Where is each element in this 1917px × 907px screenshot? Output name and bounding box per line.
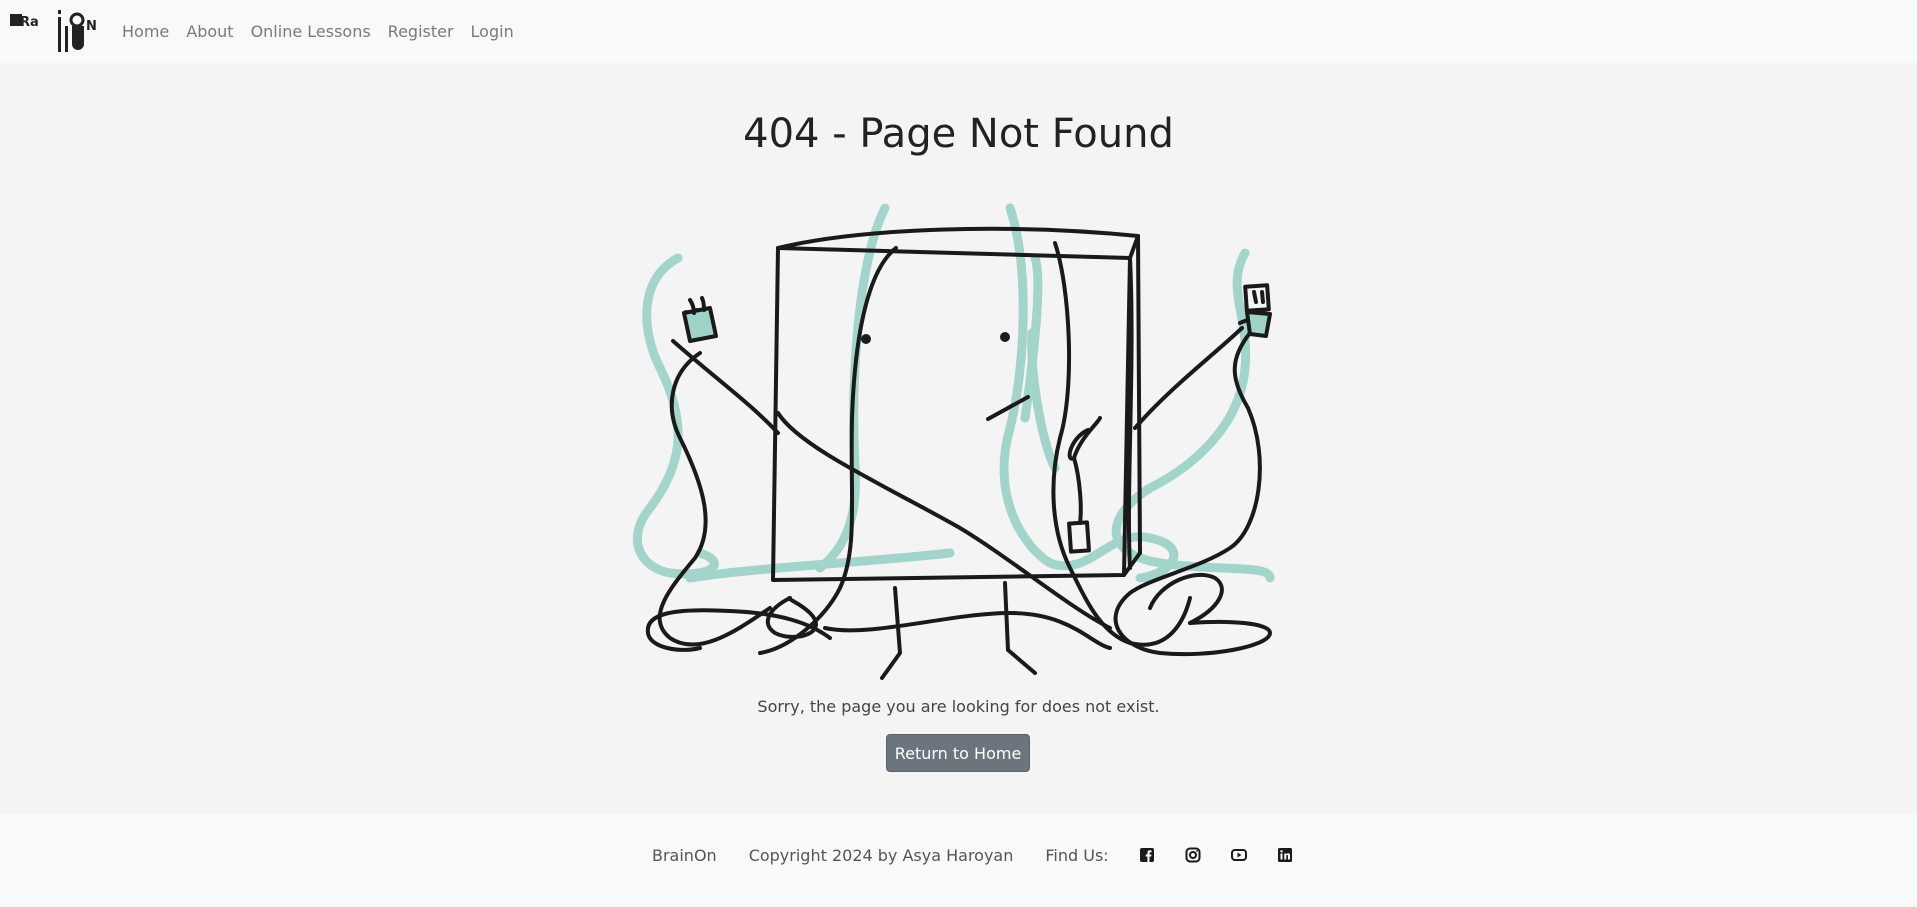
- not-found-message: Sorry, the page you are looking for does…: [757, 697, 1160, 716]
- social-links: [1139, 847, 1323, 863]
- navbar: Ra N Home About Online Lessons Register …: [0, 0, 1917, 63]
- linkedin-icon[interactable]: [1277, 847, 1293, 863]
- nav-link-home[interactable]: Home: [122, 22, 169, 41]
- nav-link-login[interactable]: Login: [471, 22, 514, 41]
- svg-text:N: N: [86, 19, 97, 34]
- page-title: 404 - Page Not Found: [743, 111, 1174, 157]
- nav-links: Home About Online Lessons Register Login: [122, 0, 531, 63]
- nav-link-online-lessons[interactable]: Online Lessons: [251, 22, 371, 41]
- footer-find-us: Find Us:: [1045, 845, 1109, 865]
- footer: BrainOn Copyright 2024 by Asya Haroyan F…: [0, 814, 1917, 907]
- youtube-icon[interactable]: [1230, 847, 1247, 863]
- return-home-button[interactable]: Return to Home: [886, 734, 1030, 772]
- nav-link-about[interactable]: About: [186, 22, 233, 41]
- footer-content: BrainOn Copyright 2024 by Asya Haroyan F…: [652, 814, 1323, 896]
- facebook-icon[interactable]: [1139, 847, 1155, 863]
- nav-link-register[interactable]: Register: [388, 22, 454, 41]
- instagram-icon[interactable]: [1185, 847, 1201, 863]
- brainon-logo[interactable]: Ra N: [10, 8, 108, 54]
- footer-brand[interactable]: BrainOn: [652, 846, 717, 865]
- unplugged-box-illustration: [632, 203, 1275, 680]
- footer-copyright: Copyright 2024 by Asya Haroyan: [748, 845, 1014, 865]
- svg-text:Ra: Ra: [20, 15, 39, 30]
- main-content: 404 - Page Not Found Sorry, the page you…: [0, 63, 1917, 814]
